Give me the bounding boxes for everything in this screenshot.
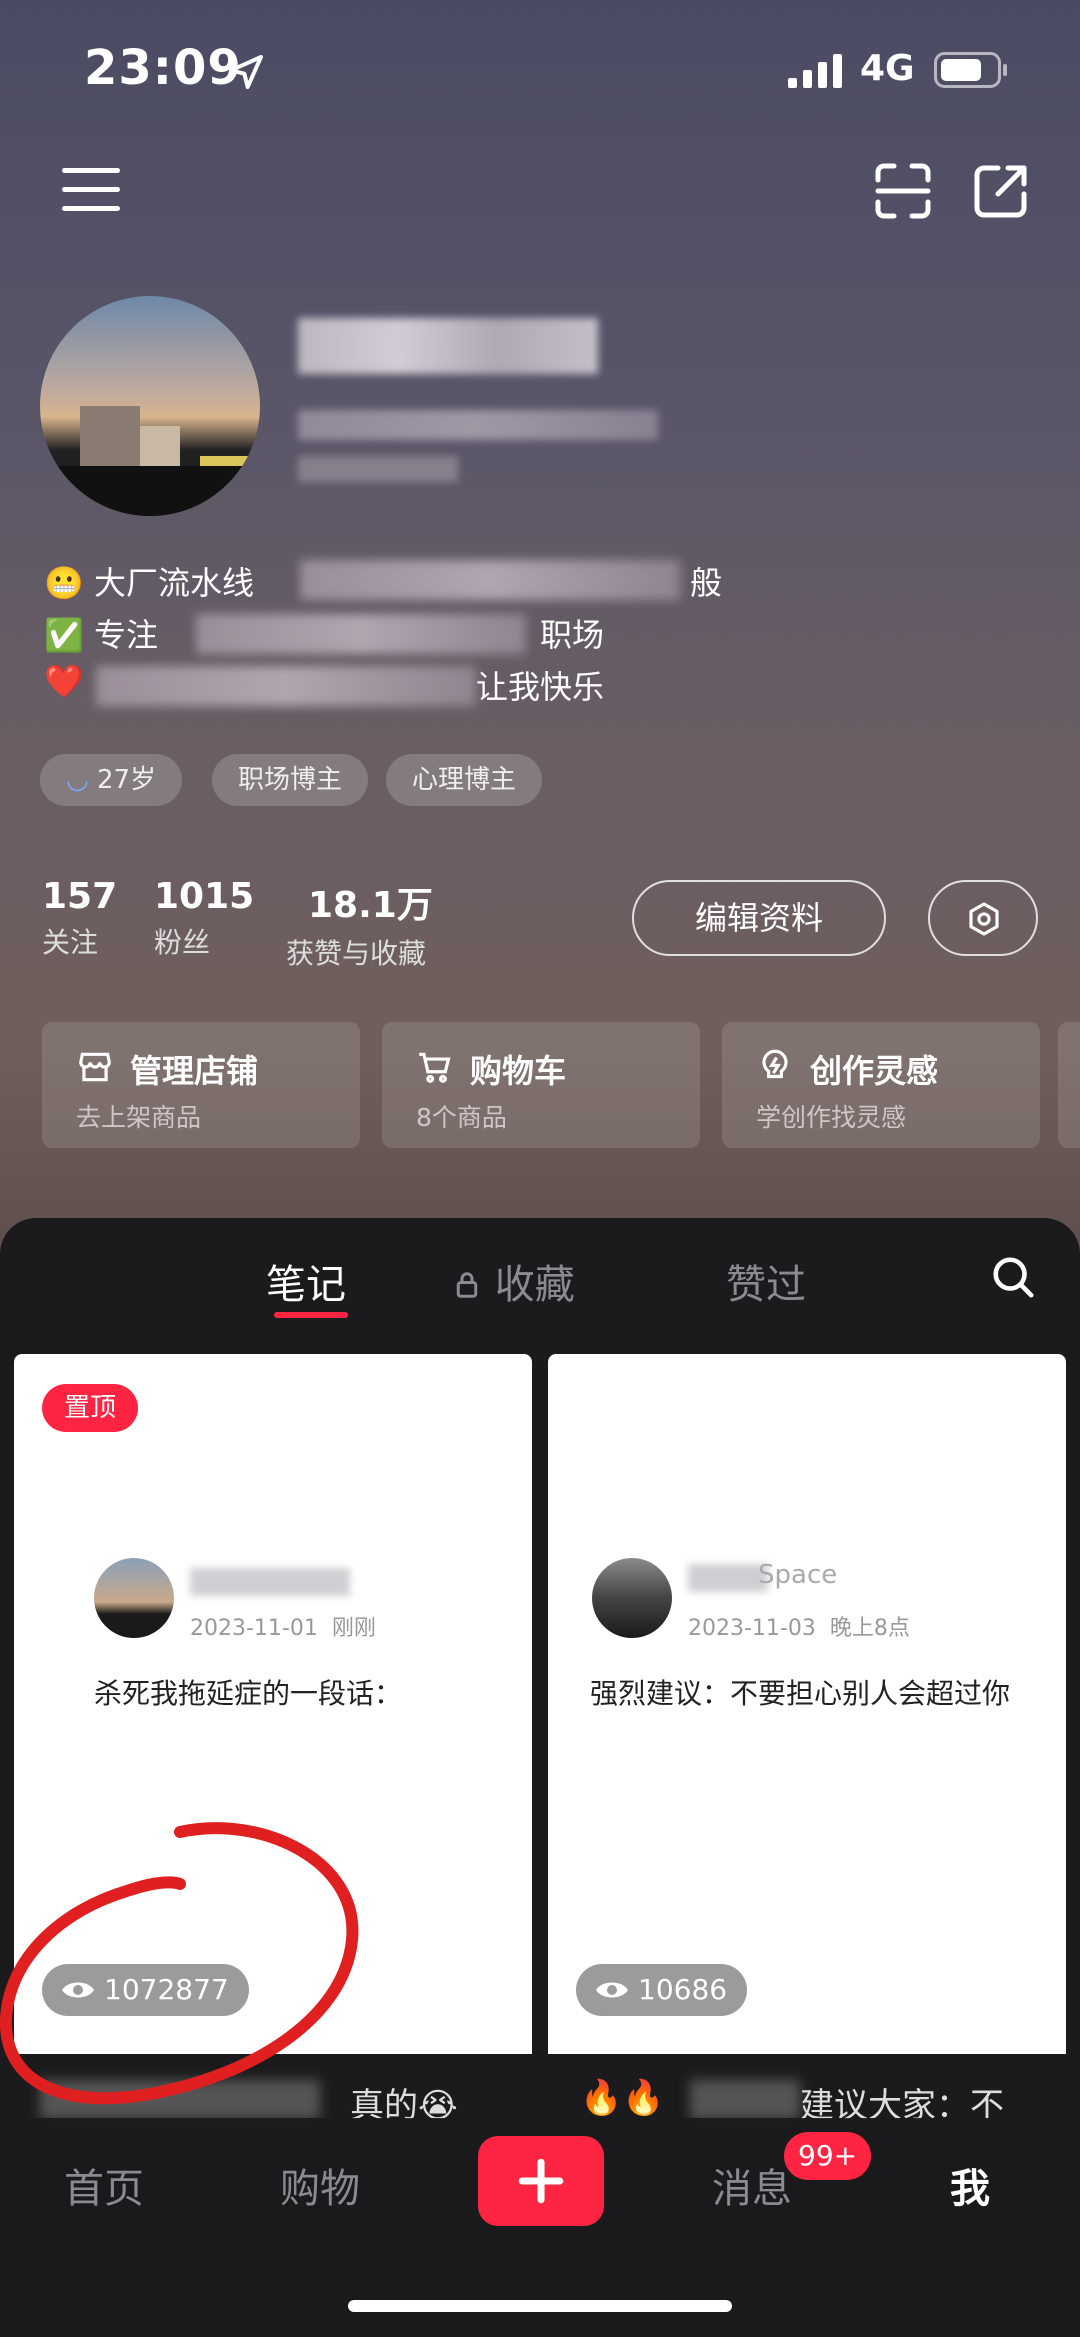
create-post-button[interactable] [478,2136,604,2226]
eye-icon [596,1982,628,1998]
status-time: 23:09 [84,40,242,96]
ip-location-blurred [298,456,458,482]
nav-home[interactable]: 首页 [64,2156,144,2214]
lock-icon [456,1272,478,1298]
card-manage-store[interactable]: 管理店铺 去上架商品 [42,1022,360,1148]
search-icon[interactable] [990,1254,1036,1300]
stat-likes[interactable]: 18.1万 获赞与收藏 [286,876,433,972]
note-2-title-emoji: 🔥🔥 [580,2078,665,2118]
card-inspiration[interactable]: 创作灵感 学创作找灵感 [722,1022,1040,1148]
messages-badge: 99+ [784,2132,872,2180]
note-card-2[interactable]: Space 2023-11-03 晚上8点 强烈建议：不要担心别人会超过你 [548,1354,1066,2054]
pinned-badge: 置顶 [42,1384,138,1432]
location-arrow-icon [229,55,263,89]
gear-icon [969,902,999,936]
tag-psychology[interactable]: 心理博主 [386,754,543,806]
note-text: 杀死我拖延症的一段话： [94,1677,403,1710]
cart-icon [419,1052,451,1083]
scan-icon[interactable] [874,162,932,220]
tag-career[interactable]: 职场博主 [212,754,369,806]
stat-following[interactable]: 157 关注 [42,876,117,961]
tab-collections[interactable]: 收藏 [452,1252,575,1310]
bio-blur-3 [96,666,476,706]
bio-line-3-tail: 让我快乐 [476,668,605,706]
avatar[interactable] [40,296,260,516]
note-author-blurred [190,1568,350,1596]
card-cart[interactable]: 购物车 8个商品 [382,1022,700,1148]
bio-line-1: 😬 大厂流水线 [44,564,255,602]
note-author-avatar [592,1558,672,1638]
tab-notes[interactable]: 笔记 [266,1252,346,1310]
note-author-blurred [688,1564,768,1592]
user-id-blurred [298,410,658,440]
menu-icon[interactable] [62,166,120,214]
share-icon[interactable] [972,162,1030,220]
edit-profile-button[interactable]: 编辑资料 [632,880,886,956]
network-type: 4G [860,48,915,89]
bio-line-3: ❤️ [44,662,84,700]
nav-me[interactable]: 我 [950,2156,990,2214]
note-author-avatar [94,1558,174,1638]
note-date: 2023-11-03 晚上8点 [688,1616,910,1641]
store-icon [79,1052,111,1082]
tab-liked[interactable]: 赞过 [726,1252,806,1310]
nav-messages[interactable]: 消息 [712,2156,792,2214]
tag-age[interactable]: ◡ 27岁 [40,754,183,806]
bio-blur-1 [300,560,680,600]
tab-underline [274,1312,348,1318]
view-count-2: 10686 [576,1964,748,2016]
nav-shopping[interactable]: 购物 [280,2156,360,2214]
bio-blur-2 [196,614,526,654]
cell-signal-icon [788,54,842,88]
plus-icon [518,2158,564,2204]
home-indicator [348,2300,732,2312]
note-author-suffix: Space [758,1560,838,1590]
bio-line-1-tail: 般 [690,564,723,602]
username-blurred [298,318,598,374]
bio-line-2: ✅ 专注 [44,616,159,654]
bio-line-2-tail: 职场 [540,616,605,654]
stat-followers[interactable]: 1015 粉丝 [154,876,254,961]
battery-icon [934,52,1007,88]
note-2-title-blurred [690,2080,800,2120]
annotation-circle [0,1822,359,2105]
settings-button[interactable] [928,880,1038,956]
bulb-icon [762,1049,788,1079]
note-text: 强烈建议：不要担心别人会超过你 [590,1677,1011,1710]
card-partial[interactable] [1058,1022,1080,1148]
note-date: 2023-11-01 刚刚 [190,1616,376,1641]
